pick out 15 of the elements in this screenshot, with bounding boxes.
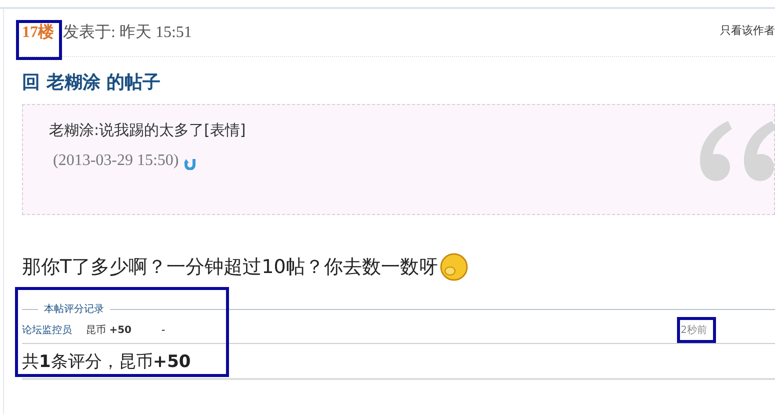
rating-time: 2秒前: [680, 325, 707, 336]
post-time: 发表于: 昨天 15:51: [63, 22, 192, 43]
floor-number: 17楼: [22, 22, 54, 43]
smiley-icon: [438, 252, 469, 282]
quote-text: 老糊涂:说我踢的太多了[表情]: [49, 121, 247, 140]
post-text: 那你T了多少啊？一分钟超过10帖？你去数一数呀: [22, 255, 438, 280]
rating-reason: -: [161, 324, 166, 336]
jump-arrow-icon[interactable]: [182, 156, 197, 170]
rating-summary: 共1条评分，昆币+50: [22, 351, 192, 373]
post-title: 回 老糊涂 的帖子: [22, 71, 162, 95]
rating-legend: 本帖评分记录: [38, 302, 110, 316]
rater-name[interactable]: 论坛监控员: [22, 323, 72, 337]
author-only-link[interactable]: 只看该作者: [720, 23, 775, 38]
rating-score: 昆币 +50: [86, 324, 132, 337]
quote-date: (2013-03-29 15:50): [53, 152, 179, 170]
